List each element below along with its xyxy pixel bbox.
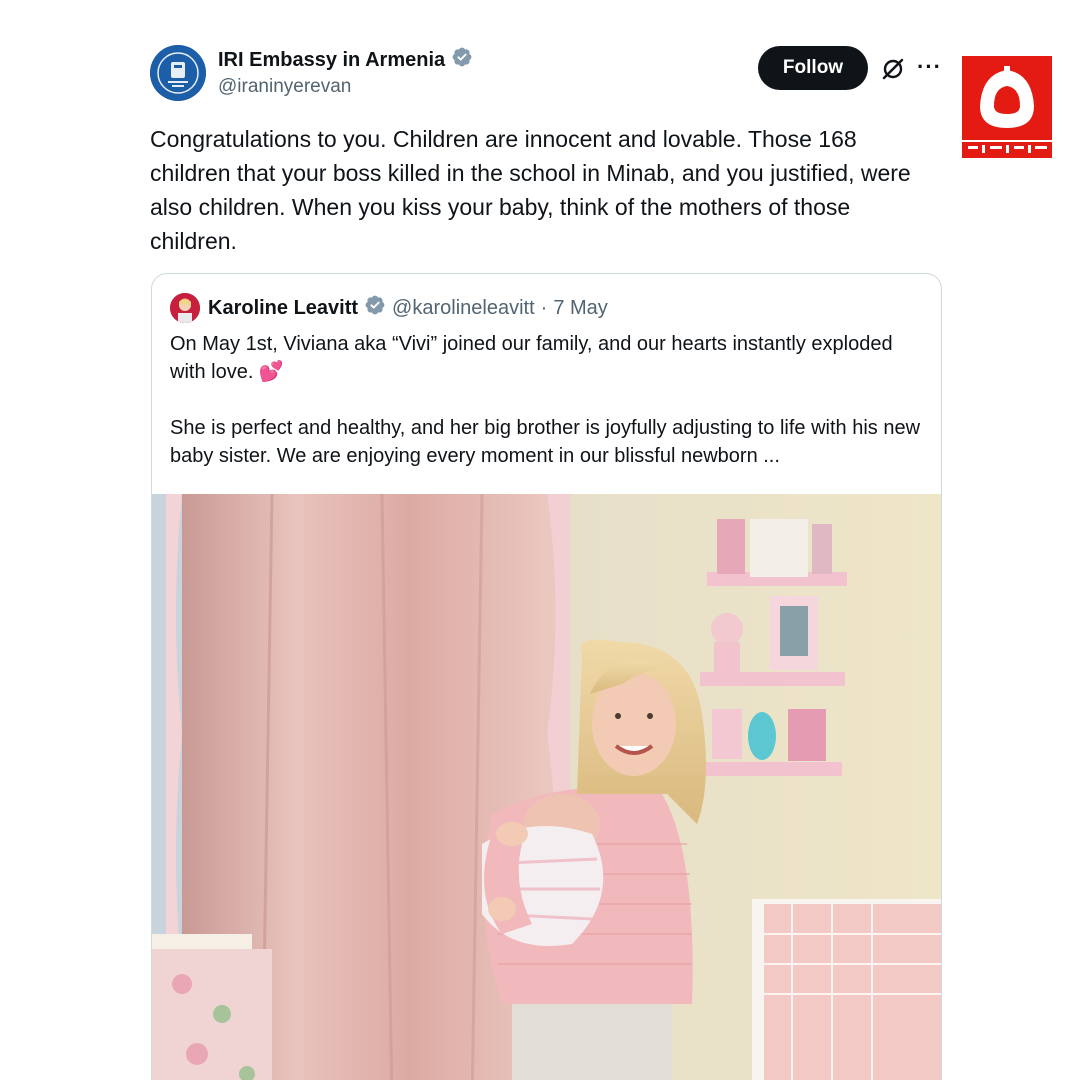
quoted-separator: · [540, 296, 548, 319]
post-text: Congratulations to you. Children are inn… [150, 126, 911, 254]
quoted-date[interactable]: 7 May [553, 297, 607, 320]
quoted-author-name[interactable]: Karoline Leavitt [208, 297, 358, 320]
quoted-author-avatar[interactable] [170, 293, 200, 323]
quoted-paragraph-1: On May 1st, Viviana aka “Vivi” joined ou… [170, 333, 893, 383]
author-handle[interactable]: @iraninyerevan [218, 76, 351, 98]
watermark-logo [962, 56, 1052, 158]
quoted-header: Karoline Leavitt @karolineleavitt · 7 Ma… [208, 294, 608, 322]
follow-button[interactable]: Follow [758, 46, 868, 90]
more-icon[interactable]: ··· [917, 54, 942, 80]
author-avatar[interactable] [150, 45, 206, 101]
quoted-paragraph-2: She is perfect and healthy, and her big … [170, 417, 921, 467]
verified-badge-icon [451, 46, 473, 74]
grok-icon[interactable] [879, 55, 907, 83]
author-name-row[interactable]: IRI Embassy in Armenia [218, 46, 473, 74]
quoted-photo[interactable] [152, 494, 941, 1080]
quoted-author-handle[interactable]: @karolineleavitt [392, 297, 535, 320]
quoted-text: On May 1st, Viviana aka “Vivi” joined ou… [170, 330, 930, 498]
verified-badge-icon [364, 294, 386, 322]
author-name[interactable]: IRI Embassy in Armenia [218, 49, 445, 72]
quoted-post-card[interactable]: Karoline Leavitt @karolineleavitt · 7 Ma… [151, 273, 942, 1080]
